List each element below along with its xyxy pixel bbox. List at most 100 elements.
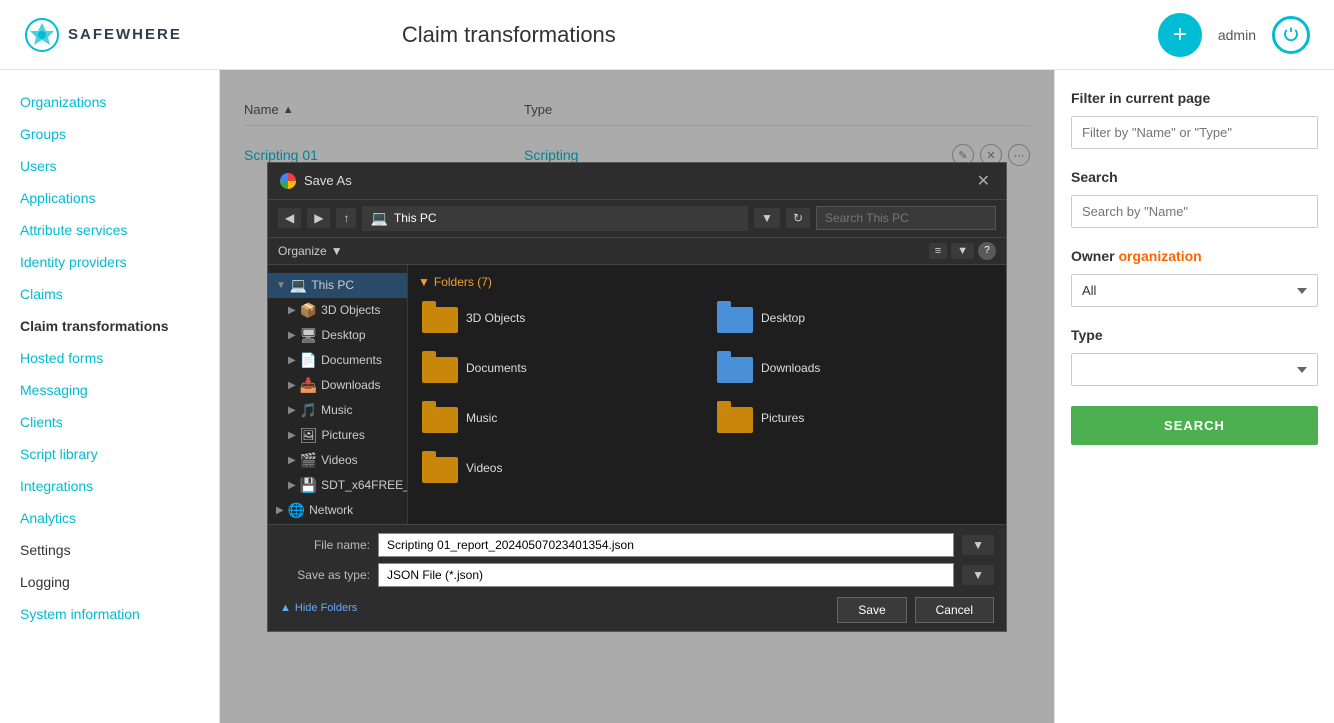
expand-icon-documents: ▶ [288,355,296,366]
sidebar-item-applications[interactable]: Applications [0,182,219,214]
dialog-close-button[interactable]: ✕ [973,171,994,191]
dialog-title-left: Save As [280,173,352,189]
power-button[interactable] [1272,16,1310,54]
expand-icon-downloads: ▶ [288,380,296,391]
sidebar-item-hosted-forms[interactable]: Hosted forms [0,342,219,374]
dialog-body: ▼ 💻 This PC ▶ 📦 3D Objects ▶ 🖥 De [268,265,1006,524]
help-button[interactable]: ? [978,242,996,260]
save-button[interactable]: Save [837,597,906,623]
filter-input[interactable] [1071,116,1318,149]
file-label-3d-objects: 3D Objects [466,311,525,325]
tree-item-downloads[interactable]: ▶ 📥 Downloads [268,373,407,398]
sidebar-item-settings[interactable]: Settings [0,534,219,566]
tree-item-desktop[interactable]: ▶ 🖥 Desktop [268,323,407,348]
tree-item-pictures[interactable]: ▶ 🖼 Pictures [268,423,407,448]
file-item-documents[interactable]: Documents [418,349,701,387]
chevron-up-icon: ▲ [280,602,291,614]
dialog-toolbar: ◀ ▶ ↑ 💻 This PC ▼ ↻ [268,200,1006,238]
cancel-button[interactable]: Cancel [915,597,994,623]
header: SAFEWHERE Claim transformations + admin [0,0,1334,70]
hide-folders-button[interactable]: ▲ Hide Folders [280,602,357,614]
videos-icon: 🎬 [300,452,317,469]
files-grid: 3D Objects Desktop [418,299,996,487]
sidebar-item-organizations[interactable]: Organizations [0,86,219,118]
sidebar-item-claim-transformations[interactable]: Claim transformations [0,310,219,342]
owner-select[interactable]: All [1071,274,1318,307]
file-item-3d-objects[interactable]: 3D Objects [418,299,701,337]
refresh-button[interactable]: ↻ [786,208,810,228]
sidebar-item-analytics[interactable]: Analytics [0,502,219,534]
sidebar-item-groups[interactable]: Groups [0,118,219,150]
filename-input[interactable] [378,533,954,557]
page-title: Claim transformations [402,22,616,48]
tree-item-network[interactable]: ▶ 🌐 Network [268,498,407,523]
right-panel: Filter in current page Search Owner orga… [1054,70,1334,723]
tree-item-sdt[interactable]: ▶ 💾 SDT_x64FREE_EN [268,473,407,498]
tree-item-videos[interactable]: ▶ 🎬 Videos [268,448,407,473]
sdt-icon: 💾 [300,477,317,494]
dialog-second-toolbar: Organize ▼ ≡ ▼ ? [268,238,1006,265]
file-item-music[interactable]: Music [418,399,701,437]
filename-dropdown-button[interactable]: ▼ [962,535,994,555]
view-buttons: ≡ ▼ ? [929,242,996,260]
tree-label-pictures: Pictures [321,428,364,442]
computer-icon: 💻 [370,210,387,227]
sidebar-item-users[interactable]: Users [0,150,219,182]
dialog-files: ▼ Folders (7) 3D Objects [408,265,1006,524]
expand-icon-sdt: ▶ [288,480,296,491]
tree-item-this-pc[interactable]: ▼ 💻 This PC [268,273,407,298]
folder-icon-music [422,403,458,433]
logo-icon [24,17,60,53]
tree-label-music: Music [321,403,352,417]
dropdown-button[interactable]: ▼ [754,208,780,228]
sidebar-item-integrations[interactable]: Integrations [0,470,219,502]
organize-button[interactable]: Organize ▼ [278,244,343,258]
dialog-tree: ▼ 💻 This PC ▶ 📦 3D Objects ▶ 🖥 De [268,265,408,524]
folder-icon-videos [422,453,458,483]
music-icon: 🎵 [300,402,317,419]
type-select[interactable] [1071,353,1318,386]
back-button[interactable]: ◀ [278,208,301,228]
pictures-icon: 🖼 [300,427,318,444]
dialog-search-input[interactable] [816,206,996,230]
savetype-select[interactable]: JSON File (*.json) [378,563,954,587]
path-bar: 💻 This PC [362,206,748,231]
file-label-videos: Videos [466,461,502,475]
sidebar-item-script-library[interactable]: Script library [0,438,219,470]
tree-item-documents[interactable]: ▶ 📄 Documents [268,348,407,373]
savetype-dropdown-button[interactable]: ▼ [962,565,994,585]
tree-item-3d-objects[interactable]: ▶ 📦 3D Objects [268,298,407,323]
file-label-desktop: Desktop [761,311,805,325]
sidebar-item-claims[interactable]: Claims [0,278,219,310]
up-button[interactable]: ↑ [336,208,356,228]
add-button[interactable]: + [1158,13,1202,57]
sidebar-item-identity-providers[interactable]: Identity providers [0,246,219,278]
view-list-button[interactable]: ≡ [929,243,947,259]
forward-button[interactable]: ▶ [307,208,330,228]
file-label-downloads: Downloads [761,361,820,375]
folder-icon-3d [422,303,458,333]
file-item-videos[interactable]: Videos [418,449,701,487]
file-item-downloads[interactable]: Downloads [713,349,996,387]
documents-icon: 📄 [300,352,317,369]
header-right: + admin [1158,13,1310,57]
search-input[interactable] [1071,195,1318,228]
search-button[interactable]: SEARCH [1071,406,1318,445]
organize-label: Organize [278,244,327,258]
sidebar-item-logging[interactable]: Logging [0,566,219,598]
tree-label-documents: Documents [321,353,382,367]
sidebar-item-attribute-services[interactable]: Attribute services [0,214,219,246]
sidebar-item-messaging[interactable]: Messaging [0,374,219,406]
file-label-documents: Documents [466,361,527,375]
savetype-label: Save as type: [280,568,370,582]
sidebar-item-system-information[interactable]: System information [0,598,219,630]
tree-label-this-pc: This PC [311,278,354,292]
file-item-desktop[interactable]: Desktop [713,299,996,337]
expand-icon-network: ▶ [276,505,284,516]
tree-label-network: Network [309,503,353,517]
tree-item-music[interactable]: ▶ 🎵 Music [268,398,407,423]
folders-section-label: Folders (7) [434,275,492,289]
view-dropdown-button[interactable]: ▼ [951,243,974,259]
file-item-pictures[interactable]: Pictures [713,399,996,437]
sidebar-item-clients[interactable]: Clients [0,406,219,438]
